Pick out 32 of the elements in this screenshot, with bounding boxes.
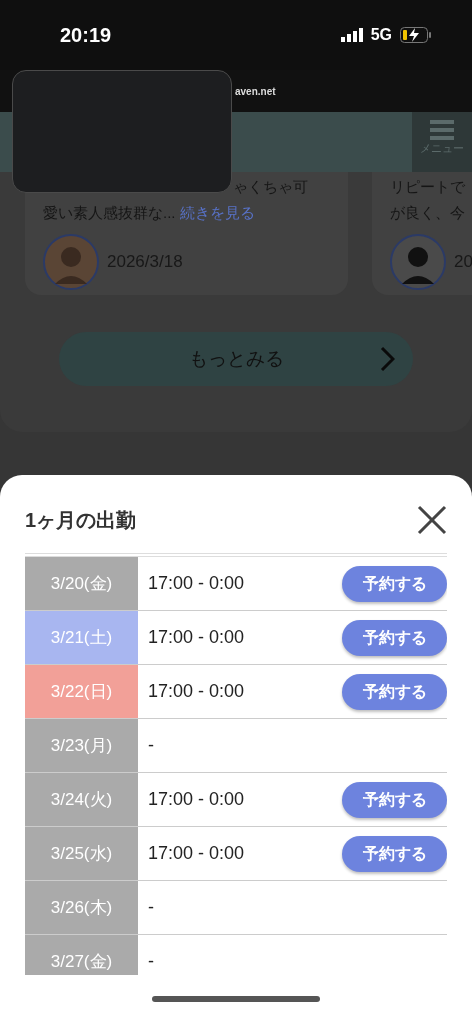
reserve-button[interactable]: 予約する	[342, 565, 447, 602]
reserve-button[interactable]: 予約する	[342, 835, 447, 872]
date-cell: 3/27(金)	[25, 935, 138, 975]
clock-time: 20:19	[60, 23, 112, 48]
menu-icon	[430, 120, 454, 140]
date-cell: 3/25(水)	[25, 827, 138, 880]
date-cell: 3/23(月)	[25, 719, 138, 772]
read-more-link[interactable]: 続きを見る	[179, 204, 255, 221]
hours-text: -	[147, 734, 154, 757]
chevron-right-icon	[379, 346, 395, 372]
date-cell: 3/22(日)	[25, 665, 138, 718]
hours-text: -	[147, 950, 154, 973]
avatar-icon	[390, 234, 446, 290]
close-icon[interactable]	[417, 505, 447, 535]
date-cell: 3/24(火)	[25, 773, 138, 826]
battery-icon	[400, 27, 432, 43]
hours-text: 17:00 - 0:00	[147, 788, 245, 811]
hours-text: 17:00 - 0:00	[147, 680, 245, 703]
reserve-button[interactable]: 予約する	[342, 781, 447, 818]
hours-text: 17:00 - 0:00	[147, 572, 245, 595]
date-cell: 3/21(土)	[25, 611, 138, 664]
avatar-icon	[43, 234, 99, 290]
hours-text: 17:00 - 0:00	[147, 626, 245, 649]
sheet-title: 1ヶ月の出勤	[25, 508, 137, 533]
date-cell: 3/20(金)	[25, 557, 138, 610]
signal-icon	[340, 28, 363, 42]
hours-text: 17:00 - 0:00	[147, 842, 245, 865]
date-cell: 3/26(木)	[25, 881, 138, 934]
hours-text: -	[147, 896, 154, 919]
network-label: 5G	[370, 25, 392, 45]
reserve-button[interactable]: 予約する	[342, 619, 447, 656]
reserve-button[interactable]: 予約する	[342, 673, 447, 710]
